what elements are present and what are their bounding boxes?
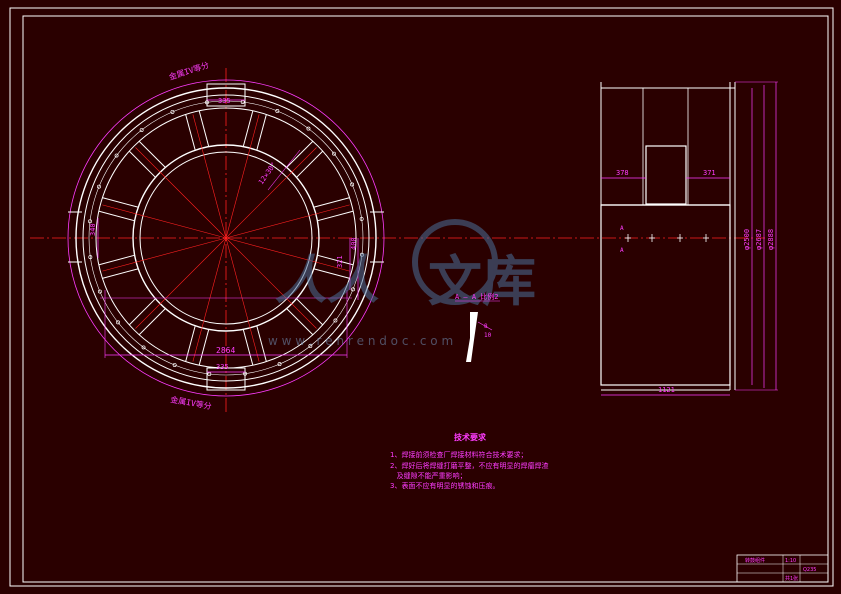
- radial-centerline: [102, 204, 227, 239]
- rib-edge: [138, 140, 166, 168]
- cad-drawing-canvas: 金属IV等分 金属IV等分 335 335 2864 340 400 321 1…: [0, 0, 841, 594]
- title-block-scale: 1:10: [785, 558, 796, 564]
- radial-centerline: [192, 237, 227, 362]
- rib-edge: [198, 329, 210, 366]
- dim-top-text: 335: [218, 97, 231, 105]
- dia-3-text: φ2888: [767, 229, 775, 250]
- tech-line-4: 3、表面不应有明显的锈蚀和压痕。: [390, 481, 499, 490]
- dim-right-upper-text: 400: [350, 237, 358, 250]
- rib-edge: [256, 325, 267, 362]
- watermark-brand: 文库: [428, 250, 536, 313]
- section-mark-top: A: [620, 225, 624, 232]
- rib-edge: [242, 329, 254, 366]
- tech-line-2: 2、焊好后将焊缝打磨平整，不应有明显的焊瘤焊渣: [390, 461, 548, 470]
- detail-profile: [466, 312, 478, 362]
- cad-drawing: 金属IV等分 金属IV等分 335 335 2864 340 400 321 1…: [9, 7, 834, 587]
- dia-2-text: φ2687: [755, 229, 763, 250]
- side-lower-shell: [600, 204, 731, 386]
- tech-title: 技术要求: [454, 432, 487, 442]
- radial-centerline: [135, 147, 227, 239]
- dim-left-text: 340: [89, 223, 97, 236]
- dim-width-text: 2864: [216, 346, 235, 355]
- watermark: 人人 文库 w w w . r e n r e n d o c . c o m: [268, 219, 536, 348]
- detail-dim-b: 10: [484, 332, 492, 339]
- radial-centerline: [225, 114, 260, 239]
- rib-edge: [313, 197, 350, 208]
- title-block: 转鼓组件 1:10 Q235 共1张: [736, 554, 829, 583]
- title-block-sheet: 共1张: [785, 575, 798, 582]
- plan-view: 金属IV等分 金属IV等分 335 335 2864 340 400 321 1…: [30, 60, 765, 412]
- title-block-name: 转鼓组件: [745, 557, 765, 564]
- side-center-block: [645, 145, 687, 205]
- dim-371-text: 371: [703, 169, 716, 177]
- watermark-logo-letters: 人人: [275, 251, 379, 311]
- weld-label-bottom: 金属IV等分: [170, 394, 213, 411]
- rib-edge: [98, 254, 135, 266]
- watermark-url: w w w . r e n r e n d o c . c o m: [268, 334, 453, 348]
- dim-bottom-text: 335: [216, 363, 229, 371]
- tech-line-3: 及缝隙不能严重影响；: [390, 471, 467, 480]
- rib-edge: [185, 325, 196, 362]
- radial-centerline: [102, 237, 227, 272]
- inner-border: [22, 15, 829, 583]
- radial-centerline: [135, 237, 227, 329]
- section-mark-bottom: A: [620, 247, 624, 254]
- rib-edge: [286, 140, 314, 168]
- tech-line-1: 1、焊接前须检查厂焊接材料符合技术要求；: [390, 450, 527, 459]
- rib-edge: [128, 150, 156, 178]
- rib-edge: [138, 308, 166, 336]
- rib-edge: [98, 210, 135, 222]
- weld-label-top: 金属IV等分: [168, 60, 211, 82]
- angle-text: 12×30°: [257, 161, 278, 186]
- radial-centerline: [225, 204, 350, 239]
- rib-edge: [102, 268, 139, 279]
- detail-title: A — A 比例2: [455, 292, 499, 301]
- rib-edge: [128, 298, 156, 326]
- title-block-material: Q235: [803, 567, 816, 573]
- side-view: 378 371 1121 φ2500 φ2687 φ2888 A A: [600, 81, 778, 396]
- rib-edge: [198, 110, 210, 147]
- rib-edge: [256, 114, 267, 151]
- outer-border: [9, 7, 834, 587]
- rib-edge: [286, 308, 314, 336]
- rib-edge: [317, 210, 354, 222]
- radial-centerline: [225, 237, 260, 362]
- dim-1121-text: 1121: [658, 386, 675, 394]
- rib-edge: [102, 197, 139, 208]
- detail-dim-a: 8: [484, 323, 488, 330]
- tech-requirements: 技术要求 1、焊接前须检查厂焊接材料符合技术要求； 2、焊好后将焊缝打磨平整，不…: [390, 432, 548, 490]
- rib-edge: [185, 114, 196, 151]
- rib-edge: [242, 110, 254, 147]
- dim-378-text: 378: [616, 169, 629, 177]
- dia-1-text: φ2500: [743, 229, 751, 250]
- rib-edge: [296, 150, 324, 178]
- radial-centerline: [192, 114, 227, 239]
